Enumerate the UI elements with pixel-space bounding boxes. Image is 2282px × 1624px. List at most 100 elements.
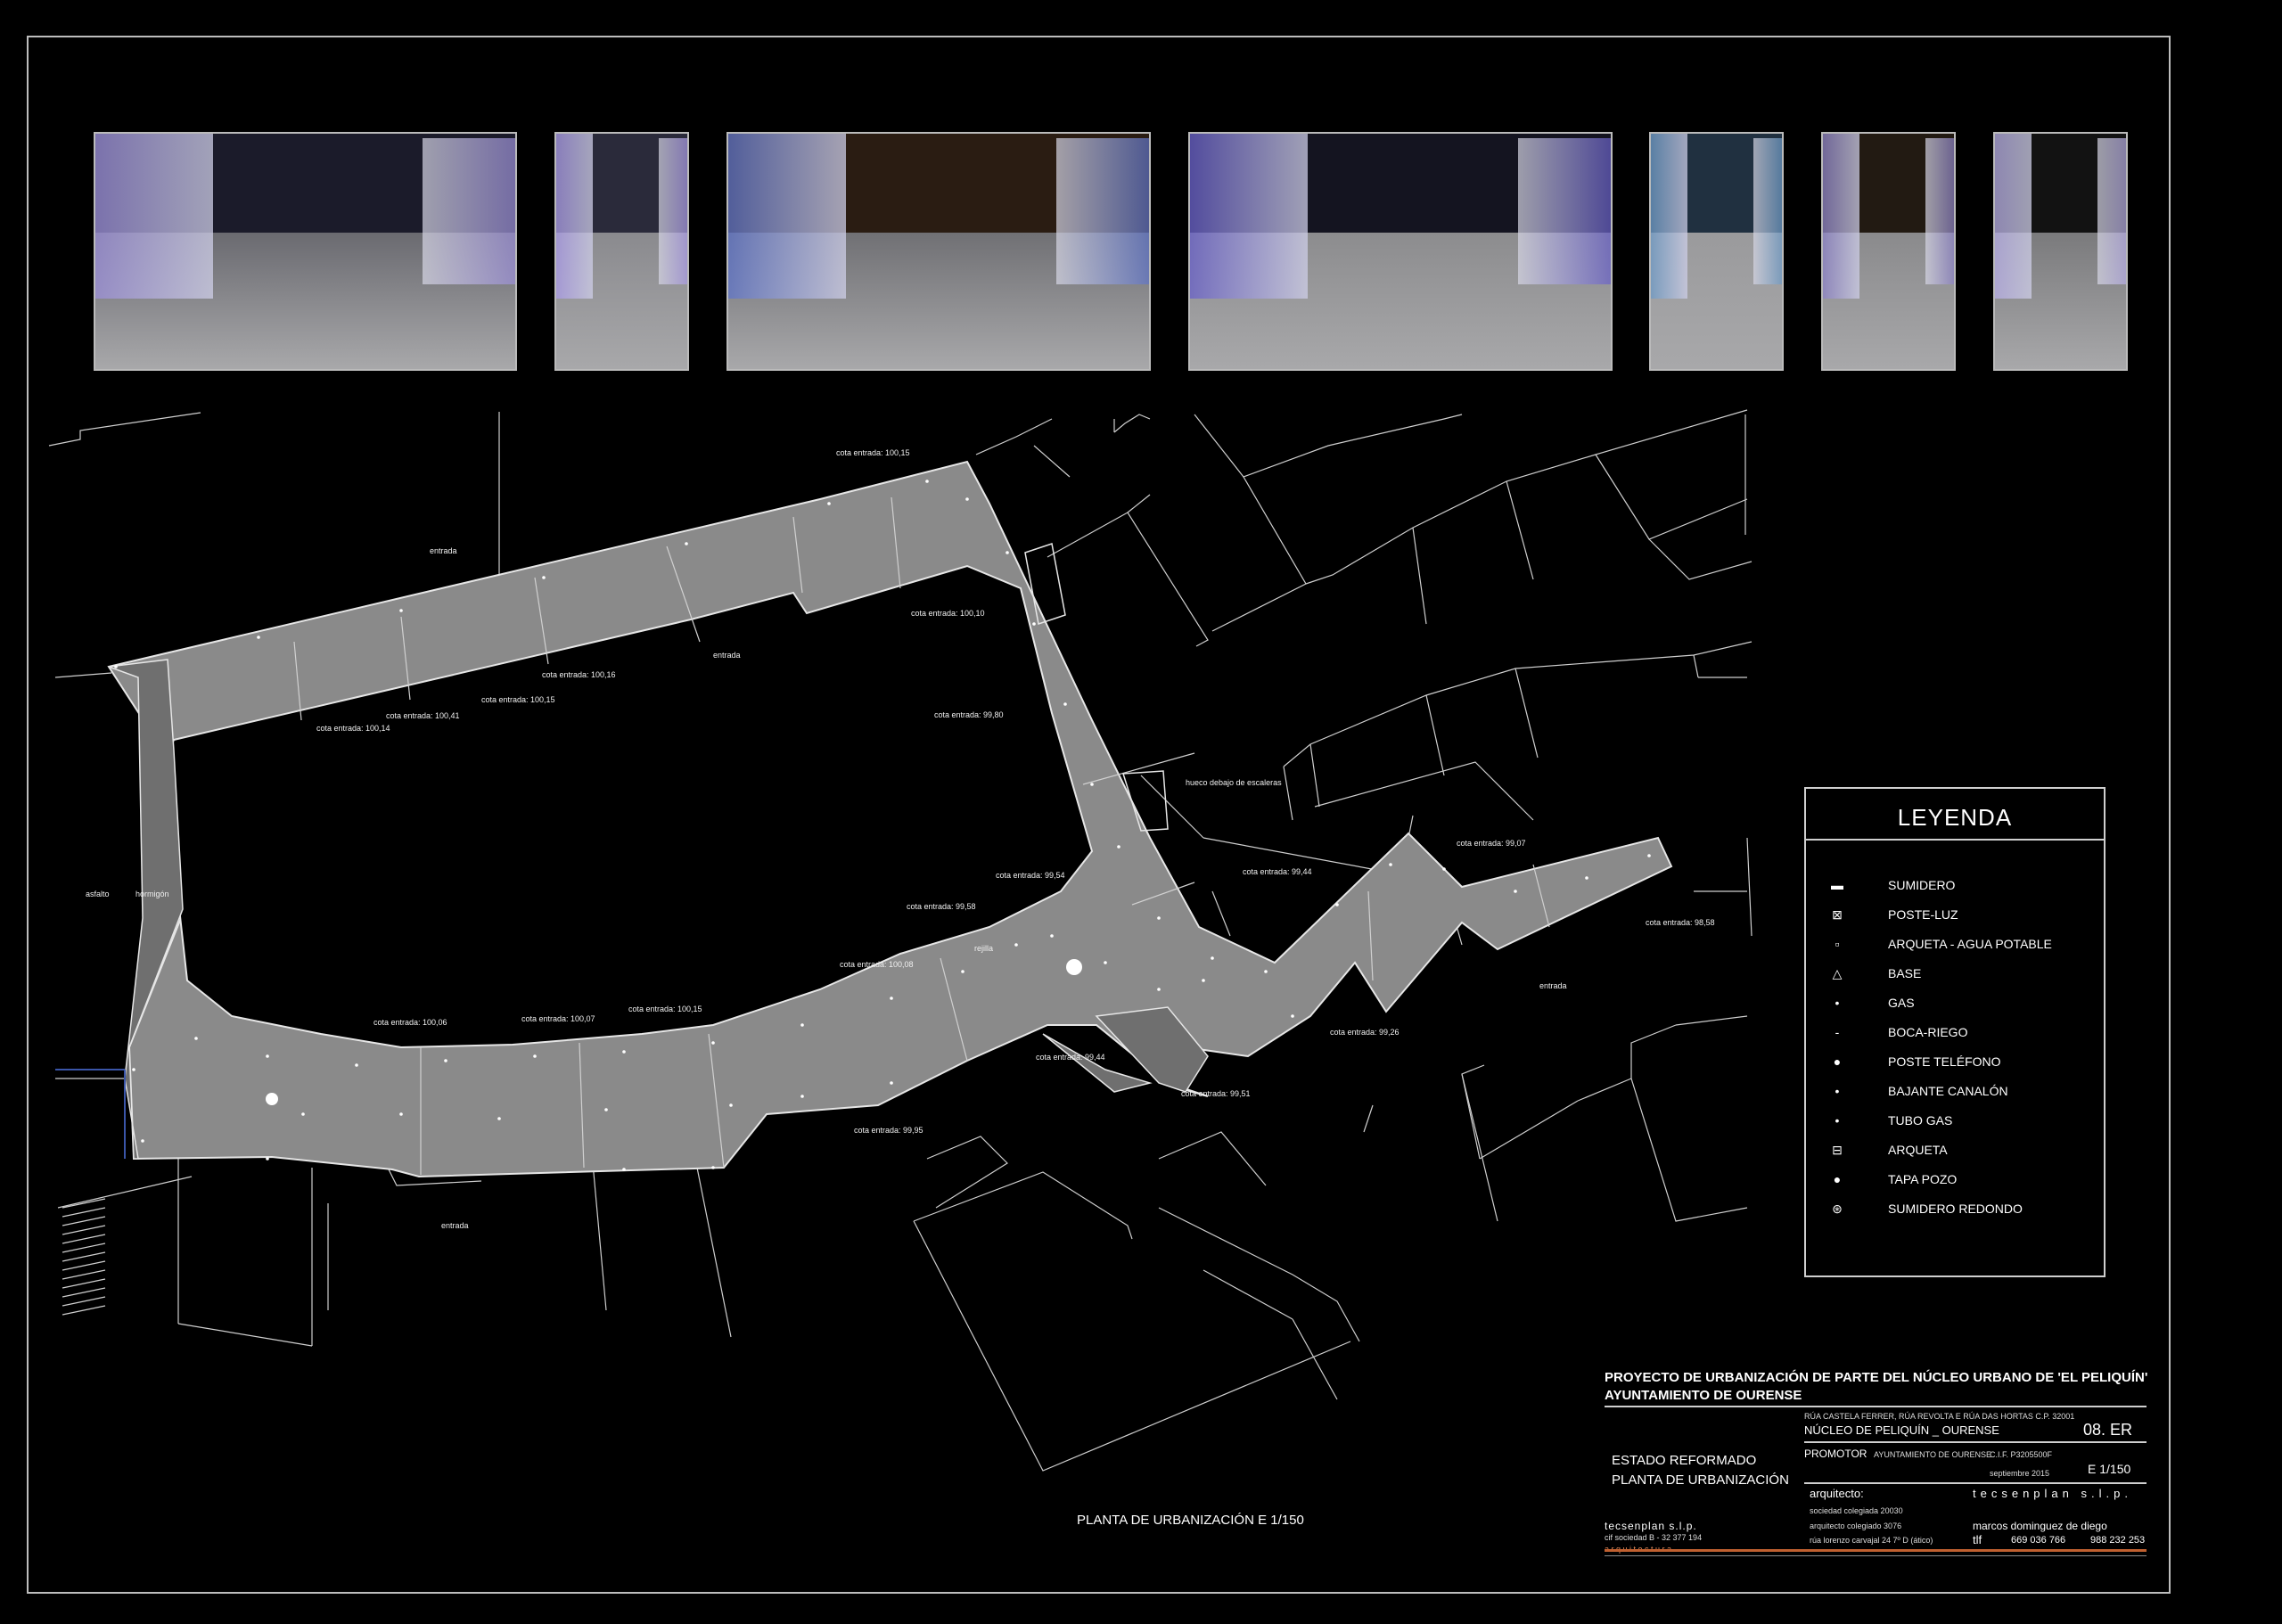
legend-label: SUMIDERO REDONDO — [1888, 1202, 2023, 1216]
legend-item: ● POSTE TELÉFONO — [1824, 1052, 2001, 1071]
legend-label: BASE — [1888, 966, 1922, 980]
tlf-label: tlf — [1973, 1533, 1982, 1546]
survey-point — [542, 576, 546, 579]
legend-symbol-icon: ⊠ — [1832, 907, 1843, 922]
legend: LEYENDA ▬ SUMIDERO ⊠ POSTE-LUZ ▫ ARQUETA - AG… — [1804, 787, 2106, 1277]
survey-point — [399, 609, 403, 612]
legend-label: BAJANTE CANALÓN — [1888, 1084, 2008, 1098]
survey-point — [1647, 854, 1651, 857]
legend-symbol-icon: - — [1835, 1025, 1840, 1039]
plan-label: asfalto — [86, 890, 110, 898]
plan-label: cota entrada: 99,80 — [934, 710, 1004, 719]
survey-point — [1014, 943, 1018, 947]
plan-label: cota entrada: 99,44 — [1036, 1053, 1105, 1062]
survey-point — [1090, 783, 1094, 786]
plan-label: rejilla — [974, 944, 994, 953]
legend-symbol-icon: • — [1835, 1084, 1840, 1098]
survey-point — [141, 1139, 144, 1143]
survey-point — [533, 1054, 537, 1058]
survey-point — [711, 1041, 715, 1045]
legend-item: ⊠ POSTE-LUZ — [1824, 905, 1958, 924]
survey-point — [355, 1063, 358, 1067]
survey-point — [1032, 622, 1036, 626]
legend-item: ● TAPA POZO — [1824, 1169, 1958, 1189]
survey-point — [114, 665, 118, 668]
survey-point — [1514, 890, 1517, 893]
legend-symbol-icon: ▫ — [1835, 937, 1840, 951]
collegiate: arquitecto colegiado 3076 — [1810, 1521, 1902, 1530]
survey-point — [1264, 970, 1268, 973]
plan-label: cota entrada: 99,07 — [1457, 839, 1526, 848]
plan-label: cota entrada: 99,54 — [996, 871, 1065, 880]
plan-label: entrada — [713, 651, 741, 660]
survey-point — [604, 1108, 608, 1111]
legend-label: TAPA POZO — [1888, 1172, 1958, 1186]
plan-label: cota entrada: 100,41 — [386, 711, 460, 720]
legend-symbol-icon: ⊛ — [1832, 1202, 1843, 1216]
legend-label: SUMIDERO — [1888, 878, 1956, 892]
plan-label: cota entrada: 100,08 — [840, 960, 914, 969]
legend-symbol-icon: ▬ — [1831, 878, 1843, 892]
legend-item: • TUBO GAS — [1824, 1111, 1953, 1130]
plan-caption: PLANTA DE URBANIZACIÓN E 1/150 — [1077, 1513, 1304, 1528]
survey-point — [1211, 956, 1214, 960]
plan-label: cota entrada: 100,07 — [521, 1014, 595, 1023]
society: sociedad colegiada 20030 — [1810, 1506, 1903, 1515]
survey-point — [301, 1112, 305, 1116]
survey-point — [1157, 916, 1161, 920]
legend-label: GAS — [1888, 996, 1915, 1010]
stairs — [62, 1198, 106, 1316]
drawing-state: ESTADO REFORMADO — [1612, 1453, 1757, 1468]
firm: tecsenplan s.l.p. — [1973, 1487, 2132, 1500]
plan-label: cota entrada: 100,14 — [316, 724, 390, 733]
street: rúa lorenzo carvajal 24 7º D (ático) — [1810, 1536, 1933, 1545]
survey-point — [1104, 961, 1107, 964]
survey-point — [1442, 867, 1446, 871]
sheet-number: 08. ER — [2083, 1421, 2133, 1439]
survey-point — [1050, 934, 1054, 938]
survey-point — [800, 1095, 804, 1098]
architect-label: arquitecto: — [1810, 1487, 1864, 1500]
survey-point — [1063, 702, 1067, 706]
plan-label: cota entrada: 99,58 — [907, 902, 976, 911]
survey-point — [1389, 863, 1392, 866]
survey-point — [1291, 1014, 1294, 1018]
location: NÚCLEO DE PELIQUÍN _ OURENSE — [1804, 1423, 1999, 1437]
legend-item: ⊛ SUMIDERO REDONDO — [1824, 1199, 2023, 1218]
tapa-pozo-icon — [266, 1093, 278, 1105]
survey-point — [1585, 876, 1588, 880]
survey-point — [399, 1112, 403, 1116]
survey-point — [266, 1157, 269, 1161]
survey-point — [497, 1117, 501, 1120]
company-cif: cif sociedad B - 32 377 194 — [1605, 1533, 1703, 1542]
plan-label: cota entrada: 100,15 — [481, 695, 555, 704]
plan-label: hormigón — [135, 890, 169, 898]
legend-symbol-icon: ● — [1833, 1054, 1842, 1069]
survey-point — [890, 997, 893, 1000]
architect-name: marcos dominguez de diego — [1973, 1520, 2107, 1532]
legend-item: ▬ SUMIDERO — [1824, 875, 1955, 895]
plan-label: cota entrada: 100,15 — [836, 448, 910, 457]
legend-label: POSTE TELÉFONO — [1888, 1054, 2001, 1069]
survey-point — [1117, 845, 1120, 849]
promotor-label: PROMOTOR — [1804, 1448, 1867, 1460]
promotor: AYUNTAMIENTO DE OURENSE — [1874, 1450, 1992, 1459]
survey-point — [132, 1068, 135, 1071]
legend-label: ARQUETA - AGUA POTABLE — [1888, 937, 2052, 951]
tapa-pozo-icon — [1066, 959, 1082, 975]
survey-point — [1006, 551, 1009, 554]
legend-item: - BOCA-RIEGO — [1824, 1022, 1968, 1042]
scale: E 1/150 — [2088, 1462, 2131, 1476]
survey-point — [827, 502, 831, 505]
legend-label: POSTE-LUZ — [1888, 907, 1958, 922]
plan-label: entrada — [441, 1221, 469, 1230]
survey-point — [1335, 903, 1339, 906]
survey-point — [800, 1023, 804, 1027]
plan-label: hueco debajo de escaleras — [1186, 778, 1282, 787]
survey-point — [266, 1054, 269, 1058]
survey-point — [257, 636, 260, 639]
survey-point — [711, 1166, 715, 1169]
plan-label: cota entrada: 100,16 — [542, 670, 616, 679]
company: tecsenplan s.l.p. — [1605, 1520, 1697, 1532]
plan-label: cota entrada: 99,44 — [1243, 867, 1312, 876]
